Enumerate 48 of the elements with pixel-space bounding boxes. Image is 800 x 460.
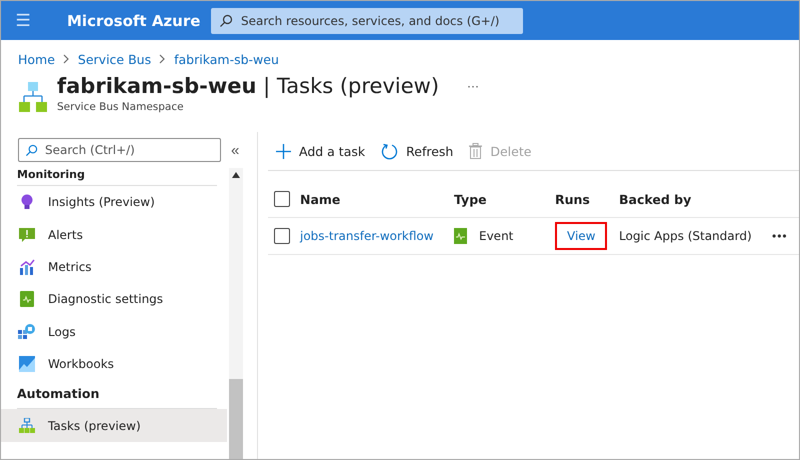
chevron-icon (159, 54, 166, 64)
brand-title: Microsoft Azure (67, 12, 202, 30)
sidebar-item[interactable]: Insights (Preview) (17, 186, 227, 218)
trash-icon (469, 143, 482, 159)
collapse-button[interactable]: « (231, 142, 240, 158)
search-icon (219, 14, 233, 28)
sidebar-item[interactable]: Diagnostic settings (17, 283, 227, 316)
search-icon (25, 144, 38, 157)
breadcrumb-link[interactable]: fabrikam-sb-weu (174, 52, 279, 66)
more-button[interactable]: ··· (467, 79, 480, 93)
hierarchy-icon (18, 418, 36, 434)
column-header: Runs (555, 192, 591, 206)
task-link[interactable]: jobs-transfer-workflow (300, 229, 434, 243)
breadcrumb-link[interactable]: Service Bus (78, 52, 152, 66)
alert-icon (18, 228, 36, 242)
refresh-icon (381, 142, 398, 160)
scrollbar[interactable] (229, 168, 243, 459)
diagnostic-icon (18, 291, 36, 308)
sidebar-item[interactable]: Workbooks (17, 348, 227, 380)
sidebar-search-field[interactable]: Search (Ctrl+/) (18, 138, 221, 162)
sidebar-item[interactable]: Tasks (preview) (1, 409, 227, 442)
section-heading: Monitoring (17, 168, 217, 186)
sidebar-item[interactable]: Metrics (17, 250, 227, 284)
scroll-up-icon (232, 172, 240, 178)
chevron-icon (62, 54, 70, 64)
toolbar-button[interactable]: Refresh (381, 142, 454, 160)
column-header: Name (300, 192, 342, 206)
select-all-checkbox[interactable] (274, 191, 290, 207)
search-field[interactable]: Search resources, services, and docs (G+/) (211, 8, 523, 34)
more-button[interactable]: ••• (772, 229, 788, 243)
column-header: Type (454, 192, 488, 206)
row-checkbox[interactable] (274, 228, 290, 244)
event-icon (454, 228, 467, 244)
bar-chart-icon (18, 258, 36, 275)
hierarchy-icon (19, 82, 47, 112)
sidebar-item[interactable]: Alerts (17, 218, 227, 251)
table-cell-text: Logic Apps (Standard) (619, 229, 753, 243)
view-link[interactable]: View (555, 222, 608, 250)
page-subtitle: Service Bus Namespace (57, 101, 185, 113)
page-title: fabrikam-sb-weu | Tasks (preview) (57, 74, 440, 98)
toolbar-button[interactable]: Add a task (276, 144, 366, 158)
line-chart-icon (18, 356, 36, 372)
breadcrumb-link[interactable]: Home (18, 52, 55, 66)
plus-icon (276, 144, 291, 158)
logs-icon (18, 324, 36, 340)
sidebar-item[interactable]: Logs (17, 316, 227, 348)
table-cell: Event (479, 229, 514, 243)
column-header: Backed by (619, 192, 692, 206)
